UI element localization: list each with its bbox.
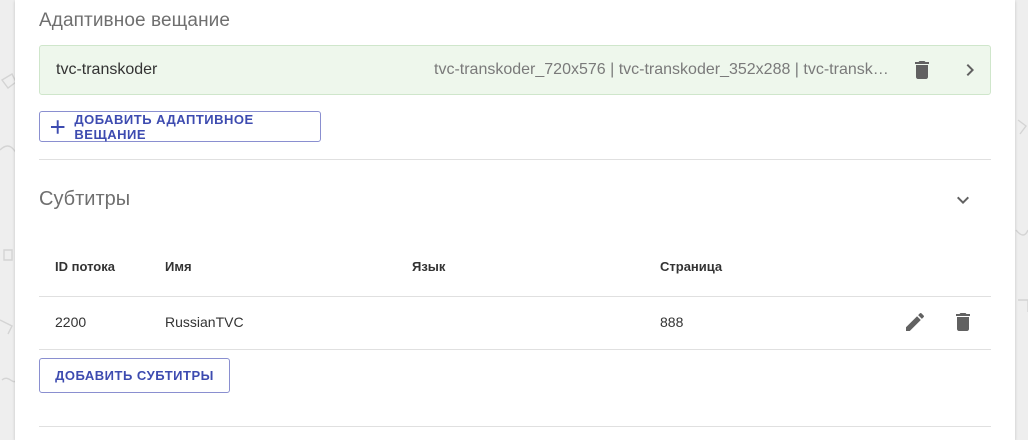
column-header-stream-id: ID потока bbox=[55, 259, 115, 274]
column-header-page: Страница bbox=[660, 259, 723, 274]
column-header-name: Имя bbox=[165, 259, 192, 274]
cell-page: 888 bbox=[660, 314, 684, 330]
add-subtitles-button[interactable]: ДОБАВИТЬ СУБТИТРЫ bbox=[39, 358, 230, 393]
table-header-divider bbox=[39, 296, 991, 297]
adaptive-item-name: tvc-transkoder bbox=[56, 61, 158, 78]
chevron-right-icon bbox=[966, 64, 974, 76]
adaptive-item-row[interactable]: tvc-transkoder tvc-transkoder_720x576 | … bbox=[39, 45, 991, 95]
cell-name: RussianTVC bbox=[165, 314, 244, 330]
add-adaptive-label: ДОБАВИТЬ АДАПТИВНОЕ ВЕЩАНИЕ bbox=[74, 111, 254, 142]
section-divider bbox=[39, 159, 991, 160]
adaptive-delete-button[interactable] bbox=[908, 56, 936, 84]
subtitle-delete-button[interactable] bbox=[949, 308, 977, 336]
adaptive-item-variants: tvc-transkoder_720x576 | tvc-transkoder_… bbox=[434, 61, 894, 78]
cell-stream-id: 2200 bbox=[55, 314, 87, 330]
chevron-down-icon bbox=[957, 196, 969, 204]
plus-icon bbox=[50, 119, 65, 134]
settings-card: Адаптивное вещание tvc-transkoder tvc-tr… bbox=[15, 0, 1015, 440]
subtitle-edit-button[interactable] bbox=[901, 308, 929, 336]
subtitles-collapse-button[interactable] bbox=[949, 186, 977, 214]
pencil-icon bbox=[906, 312, 925, 331]
subtitles-section-title: Субтитры bbox=[39, 188, 131, 210]
trash-icon bbox=[915, 61, 929, 79]
add-subtitles-label: ДОБАВИТЬ СУБТИТРЫ bbox=[55, 368, 214, 383]
add-adaptive-button[interactable]: ДОБАВИТЬ АДАПТИВНОЕ ВЕЩАНИЕ bbox=[39, 111, 321, 142]
trash-icon bbox=[956, 313, 970, 331]
section-divider-bottom bbox=[39, 426, 991, 427]
adaptive-open-button[interactable] bbox=[956, 56, 984, 84]
adaptive-section-title: Адаптивное вещание bbox=[39, 10, 231, 31]
column-header-language: Язык bbox=[412, 259, 446, 274]
table-row-divider bbox=[39, 349, 991, 350]
